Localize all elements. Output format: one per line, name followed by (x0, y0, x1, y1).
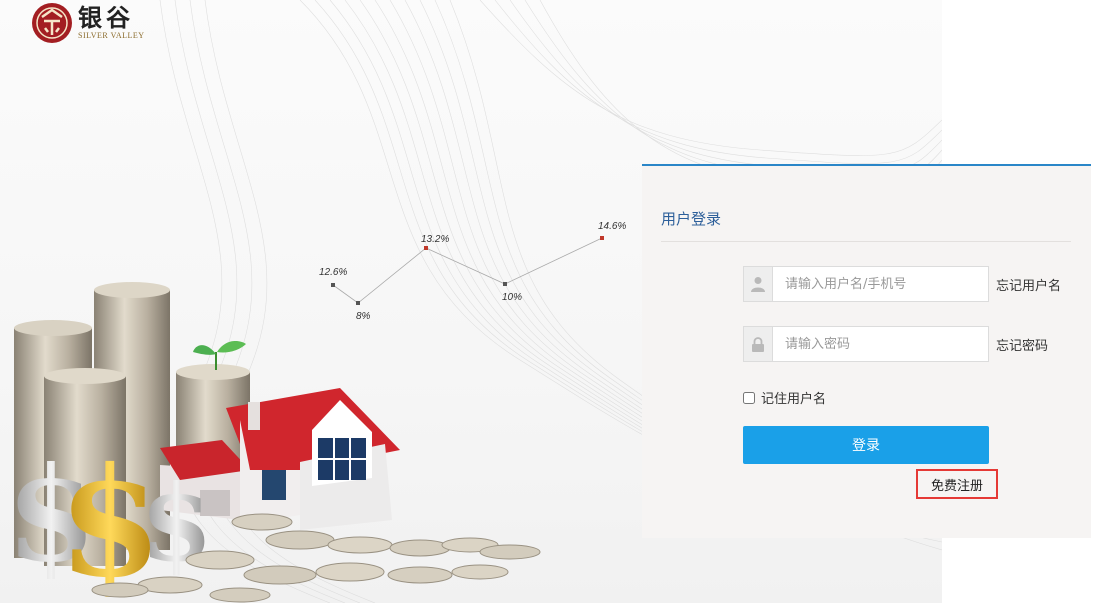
username-field (743, 266, 989, 302)
brand-name-en: SILVER VALLEY (78, 31, 145, 40)
rate-point-3 (424, 246, 428, 250)
rate-point-4 (503, 282, 507, 286)
rate-label-2: 8% (356, 311, 371, 322)
forgot-password-link[interactable]: 忘记密码 (996, 335, 1048, 354)
password-field (743, 326, 989, 362)
remember-checkbox[interactable] (743, 391, 755, 404)
brand-name-cn: 银谷 (78, 3, 134, 32)
lock-icon (744, 327, 773, 361)
rate-label-4: 10% (502, 292, 523, 303)
login-button[interactable]: 登录 (743, 426, 989, 464)
rate-point-1 (331, 283, 335, 287)
forgot-username-link[interactable]: 忘记用户名 (996, 275, 1061, 294)
free-register-link[interactable]: 免费注册 (916, 469, 998, 499)
login-panel: 用户登录 忘记用户名 忘记密码 记住用户名 登录 免费注册 (642, 164, 1091, 538)
password-input[interactable] (773, 328, 988, 360)
remember-username[interactable]: 记住用户名 (743, 388, 826, 407)
rate-point-2 (356, 301, 360, 305)
username-input[interactable] (773, 268, 988, 300)
divider (661, 241, 1071, 242)
login-title: 用户登录 (661, 210, 722, 228)
remember-label: 记住用户名 (761, 392, 827, 407)
rate-label-1: 12.6% (319, 267, 348, 278)
rate-label-3: 13.2% (421, 234, 450, 245)
rate-point-5 (600, 236, 604, 240)
rate-label-5: 14.6% (598, 221, 627, 232)
brand-logo[interactable]: 银谷 SILVER VALLEY (30, 0, 145, 46)
user-icon (744, 267, 773, 301)
brand-emblem-icon (32, 3, 72, 43)
